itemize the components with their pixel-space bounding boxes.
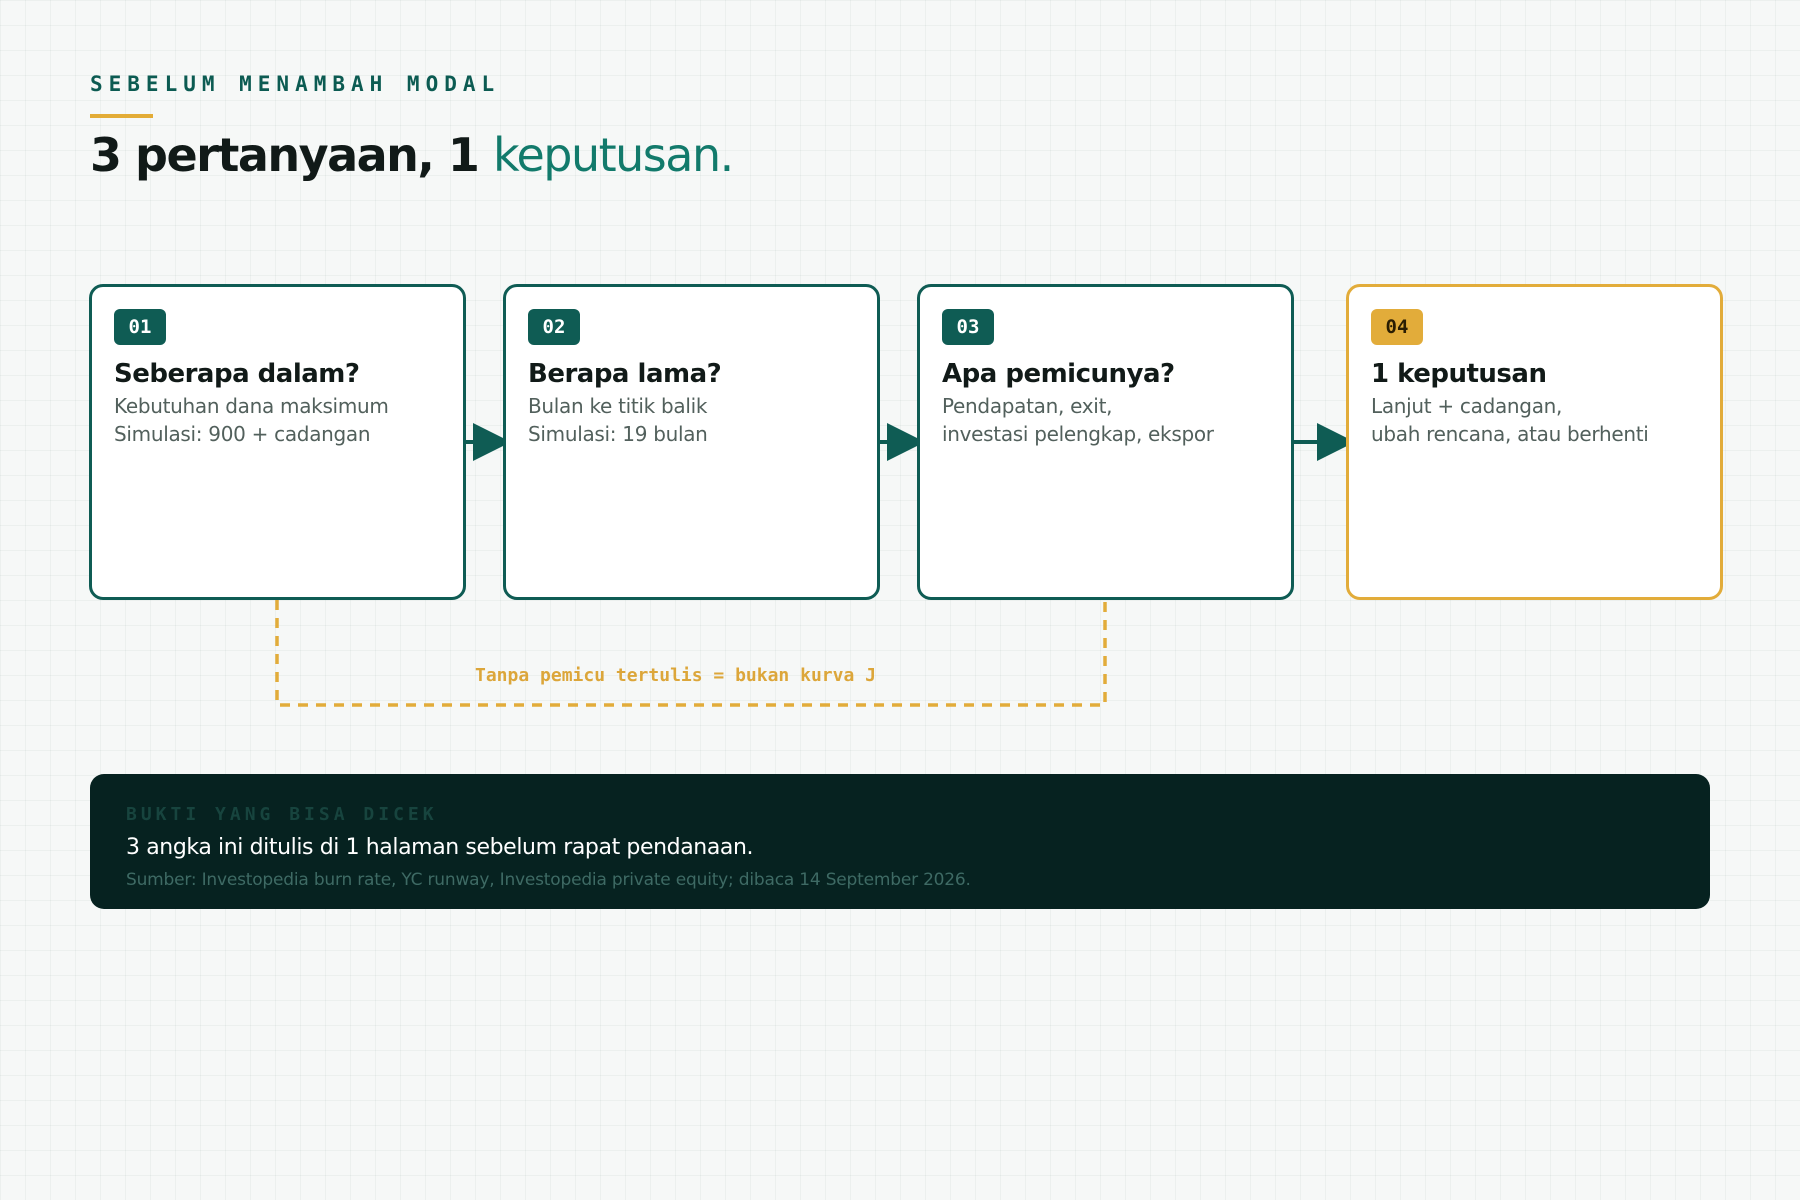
feedback-loop-line [275,600,1107,707]
step-description: Kebutuhan dana maksimum [114,394,389,418]
decision-card: 04 1 keputusan Lanjut + cadangan, ubah r… [1346,284,1723,600]
step-description: Pendapatan, exit, [942,394,1113,418]
title-accent: keputusan. [492,128,734,182]
evidence-label: BUKTI YANG BISA DICEK [126,804,438,825]
step-title: 1 keputusan [1371,359,1547,389]
feedback-loop-label: Tanpa pemicu tertulis = bukan kurva J [475,665,876,686]
step-description: Lanjut + cadangan, [1371,394,1563,418]
step-description: Simulasi: 19 bulan [528,422,708,446]
eyebrow-label: SEBELUM MENAMBAH MODAL [90,72,501,96]
eyebrow-underline [90,114,153,118]
step-title: Seberapa dalam? [114,359,360,389]
step-number-badge: 04 [1371,309,1423,345]
step-card-3: 03 Apa pemicunya? Pendapatan, exit, inve… [917,284,1294,600]
step-description: Simulasi: 900 + cadangan [114,422,371,446]
step-description: ubah rencana, atau berhenti [1371,422,1649,446]
evidence-statement: 3 angka ini ditulis di 1 halaman sebelum… [126,835,754,860]
step-card-2: 02 Berapa lama? Bulan ke titik balik Sim… [503,284,880,600]
evidence-source: Sumber: Investopedia burn rate, YC runwa… [126,870,971,890]
step-title: Berapa lama? [528,359,722,389]
title-main: 3 pertanyaan, 1 [90,128,480,182]
step-number-badge: 03 [942,309,994,345]
step-description: investasi pelengkap, ekspor [942,422,1214,446]
step-title: Apa pemicunya? [942,359,1175,389]
step-number-badge: 01 [114,309,166,345]
step-number-badge: 02 [528,309,580,345]
page-title: 3 pertanyaan, 1 keputusan. [90,128,734,182]
step-card-1: 01 Seberapa dalam? Kebutuhan dana maksim… [89,284,466,600]
evidence-panel: BUKTI YANG BISA DICEK 3 angka ini dituli… [90,774,1710,909]
step-description: Bulan ke titik balik [528,394,708,418]
